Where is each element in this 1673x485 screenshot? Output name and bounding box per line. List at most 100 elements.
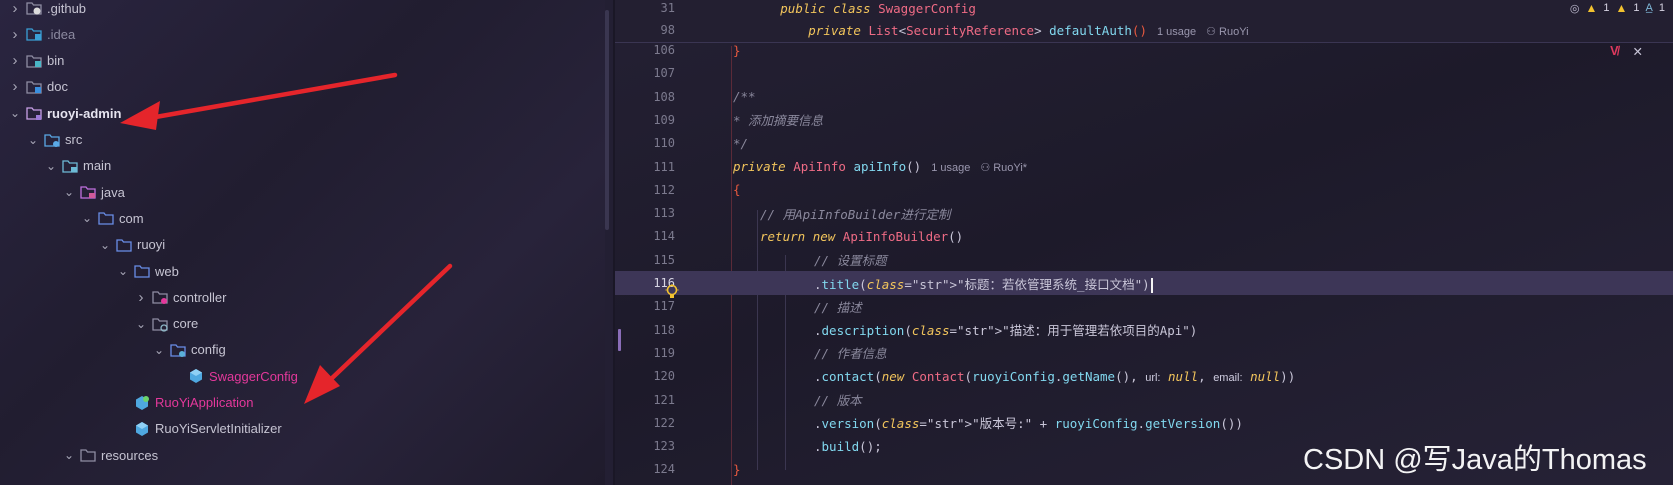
- code-line-117[interactable]: 117// 描述: [615, 294, 1673, 318]
- code-line-113[interactable]: 113 // 用ApiInfoBuilder进行定制: [615, 201, 1673, 225]
- chevron-down-icon[interactable]: ⌄: [44, 159, 58, 173]
- tree-item-label: com: [119, 210, 144, 226]
- tree-item-label: RuoYiServletInitializer: [155, 421, 282, 437]
- chevron-down-icon[interactable]: ⌄: [116, 264, 130, 278]
- chevron-down-icon[interactable]: ⌄: [152, 343, 166, 357]
- tree-item-web[interactable]: ⌄ web: [0, 258, 605, 284]
- tree-item-label: web: [155, 263, 179, 279]
- weak-warning-icon[interactable]: ▲: [1616, 1, 1628, 15]
- chevron-down-icon[interactable]: ⌄: [62, 448, 76, 462]
- project-tree-scrollbar[interactable]: [605, 10, 609, 230]
- tree-item-doc[interactable]: › doc: [0, 74, 605, 100]
- code-text: // 作者信息: [814, 346, 887, 362]
- close-icon[interactable]: ✕: [1633, 44, 1643, 59]
- author-hint[interactable]: RuoYi*: [993, 162, 1027, 174]
- tree-item-ruoyi[interactable]: ⌄ ruoyi: [0, 232, 605, 258]
- ide-window: › .github › .idea › bin › doc ⌄ ruoyi-admin ⌄ src ⌄ m…: [0, 0, 1673, 485]
- code-line-107[interactable]: 107: [615, 61, 1673, 85]
- tree-item-ruoyiapplication[interactable]: RuoYiApplication: [0, 390, 605, 416]
- tree-item-swaggerconfig[interactable]: SwaggerConfig: [0, 363, 605, 389]
- code-text: /**: [733, 89, 756, 105]
- chevron-down-icon[interactable]: ⌄: [134, 317, 148, 331]
- tree-item-label: ruoyi: [137, 237, 166, 253]
- folder-doc-icon: [26, 79, 42, 95]
- tree-item-label: main: [83, 158, 112, 174]
- author-icon: ⚇: [980, 162, 991, 174]
- line-number: 98: [660, 23, 675, 37]
- tree-item-ruoyiservletinitializer[interactable]: RuoYiServletInitializer: [0, 416, 605, 442]
- sticky-line-98[interactable]: 98 private List<SecurityReference> defau…: [615, 18, 1673, 42]
- lightbulb-icon[interactable]: [665, 284, 679, 303]
- code-line-109[interactable]: 109 * 添加摘要信息: [615, 108, 1673, 132]
- line-number: 123: [653, 439, 675, 454]
- chevron-right-icon[interactable]: ›: [134, 289, 148, 306]
- sticky-scroll-header[interactable]: 31 public class SwaggerConfig 98 private…: [615, 0, 1673, 43]
- chevron-right-icon[interactable]: ›: [8, 0, 22, 17]
- eye-off-icon[interactable]: ◎: [1570, 2, 1580, 15]
- code-line-108[interactable]: 108 /**: [615, 85, 1673, 109]
- tree-item-src[interactable]: ⌄ src: [0, 127, 605, 153]
- usage-hint[interactable]: 1 usage: [931, 162, 970, 174]
- package-icon: [116, 237, 132, 253]
- code-line-114[interactable]: 114 return new ApiInfoBuilder(): [615, 224, 1673, 248]
- folder-bin-icon: [26, 53, 42, 69]
- chevron-down-icon[interactable]: ⌄: [26, 133, 40, 147]
- code-text: private ApiInfo apiInfo() 1 usage ⚇ RuoYi*: [733, 159, 1028, 174]
- tree-item-config[interactable]: ⌄ config: [0, 337, 605, 363]
- chevron-right-icon[interactable]: ›: [8, 26, 22, 43]
- code-line-116[interactable]: 116 .title(class="str">"标题：若依管理系统_接口文档"): [615, 271, 1673, 295]
- code-text: {: [733, 182, 741, 198]
- controller-folder-icon: [152, 289, 168, 305]
- editor-floating-toolbar: V̸ ✕: [1610, 44, 1643, 59]
- code-line-120[interactable]: 120 .contact(new Contact(ruoyiConfig.getN…: [615, 364, 1673, 388]
- tree-item-label: ruoyi-admin: [47, 105, 122, 121]
- code-line-118[interactable]: 118 .description(class="str">"描述：用于管理若依项目…: [615, 318, 1673, 342]
- chevron-down-icon[interactable]: ⌄: [62, 185, 76, 199]
- typo-icon[interactable]: A̲: [1646, 2, 1653, 14]
- tree-item-label: .idea: [47, 26, 76, 42]
- code-line-111[interactable]: 111 private ApiInfo apiInfo() 1 usage ⚇ RuoY…: [615, 155, 1673, 179]
- author-hint[interactable]: RuoYi: [1219, 26, 1249, 38]
- tree-item-controller[interactable]: › controller: [0, 284, 605, 310]
- code-line-122[interactable]: 122 .version(class="str">"版本号:" + ruoyiCo…: [615, 411, 1673, 435]
- tree-item-label: doc: [47, 79, 68, 95]
- tree-item-label: java: [101, 184, 125, 200]
- tree-item-bin[interactable]: › bin: [0, 48, 605, 74]
- code-line-110[interactable]: 110 */: [615, 131, 1673, 155]
- code-line-115[interactable]: 115 // 设置标题: [615, 248, 1673, 272]
- tree-item-java[interactable]: ⌄ java: [0, 179, 605, 205]
- code-line-121[interactable]: 121 // 版本: [615, 388, 1673, 412]
- tree-item-label: config: [191, 342, 226, 358]
- class-icon: [188, 368, 204, 384]
- tree-item-resources[interactable]: ⌄ resources: [0, 442, 605, 468]
- main-folder-icon: [62, 158, 78, 174]
- line-number: 114: [653, 229, 675, 244]
- chevron-down-icon[interactable]: ⌄: [98, 238, 112, 252]
- project-tree[interactable]: › .github › .idea › bin › doc ⌄ ruoyi-admin ⌄ src ⌄ m…: [0, 0, 605, 485]
- chevron-down-icon[interactable]: ⌄: [80, 211, 94, 225]
- tree-item-ruoyi-admin[interactable]: ⌄ ruoyi-admin: [0, 100, 605, 126]
- code-text: // 描述: [814, 299, 862, 315]
- usage-hint[interactable]: 1 usage: [1157, 26, 1196, 38]
- code-line-112[interactable]: 112 {: [615, 178, 1673, 202]
- tree-item-idea[interactable]: › .idea: [0, 21, 605, 47]
- config-folder-icon: [170, 342, 186, 358]
- line-number: 113: [653, 206, 675, 221]
- ai-assistant-icon[interactable]: V̸: [1610, 44, 1618, 59]
- tree-item-core[interactable]: ⌄ core: [0, 311, 605, 337]
- tree-item-com[interactable]: ⌄ com: [0, 205, 605, 231]
- tree-item-main[interactable]: ⌄ main: [0, 153, 605, 179]
- warning-icon[interactable]: ▲: [1586, 1, 1598, 15]
- inspection-widget[interactable]: ◎ ▲ 1 ▲ 1 A̲ 1: [1570, 0, 1665, 16]
- chevron-right-icon[interactable]: ›: [8, 52, 22, 69]
- tree-item-label: controller: [173, 289, 227, 305]
- chevron-right-icon[interactable]: ›: [8, 78, 22, 95]
- tree-item-github[interactable]: › .github: [0, 0, 605, 21]
- param-hint-url: url:: [1145, 371, 1161, 384]
- code-text: .description(class="str">"描述：用于管理若依项目的Ap…: [814, 323, 1198, 339]
- code-editor[interactable]: ◎ ▲ 1 ▲ 1 A̲ 1 V̸ ✕ 31 public class Swag…: [615, 0, 1673, 485]
- chevron-down-icon[interactable]: ⌄: [8, 106, 22, 120]
- line-number: 106: [653, 43, 675, 57]
- code-line-119[interactable]: 119 // 作者信息: [615, 341, 1673, 365]
- code-text: .contact(new Contact(ruoyiConfig.getName…: [814, 368, 1296, 384]
